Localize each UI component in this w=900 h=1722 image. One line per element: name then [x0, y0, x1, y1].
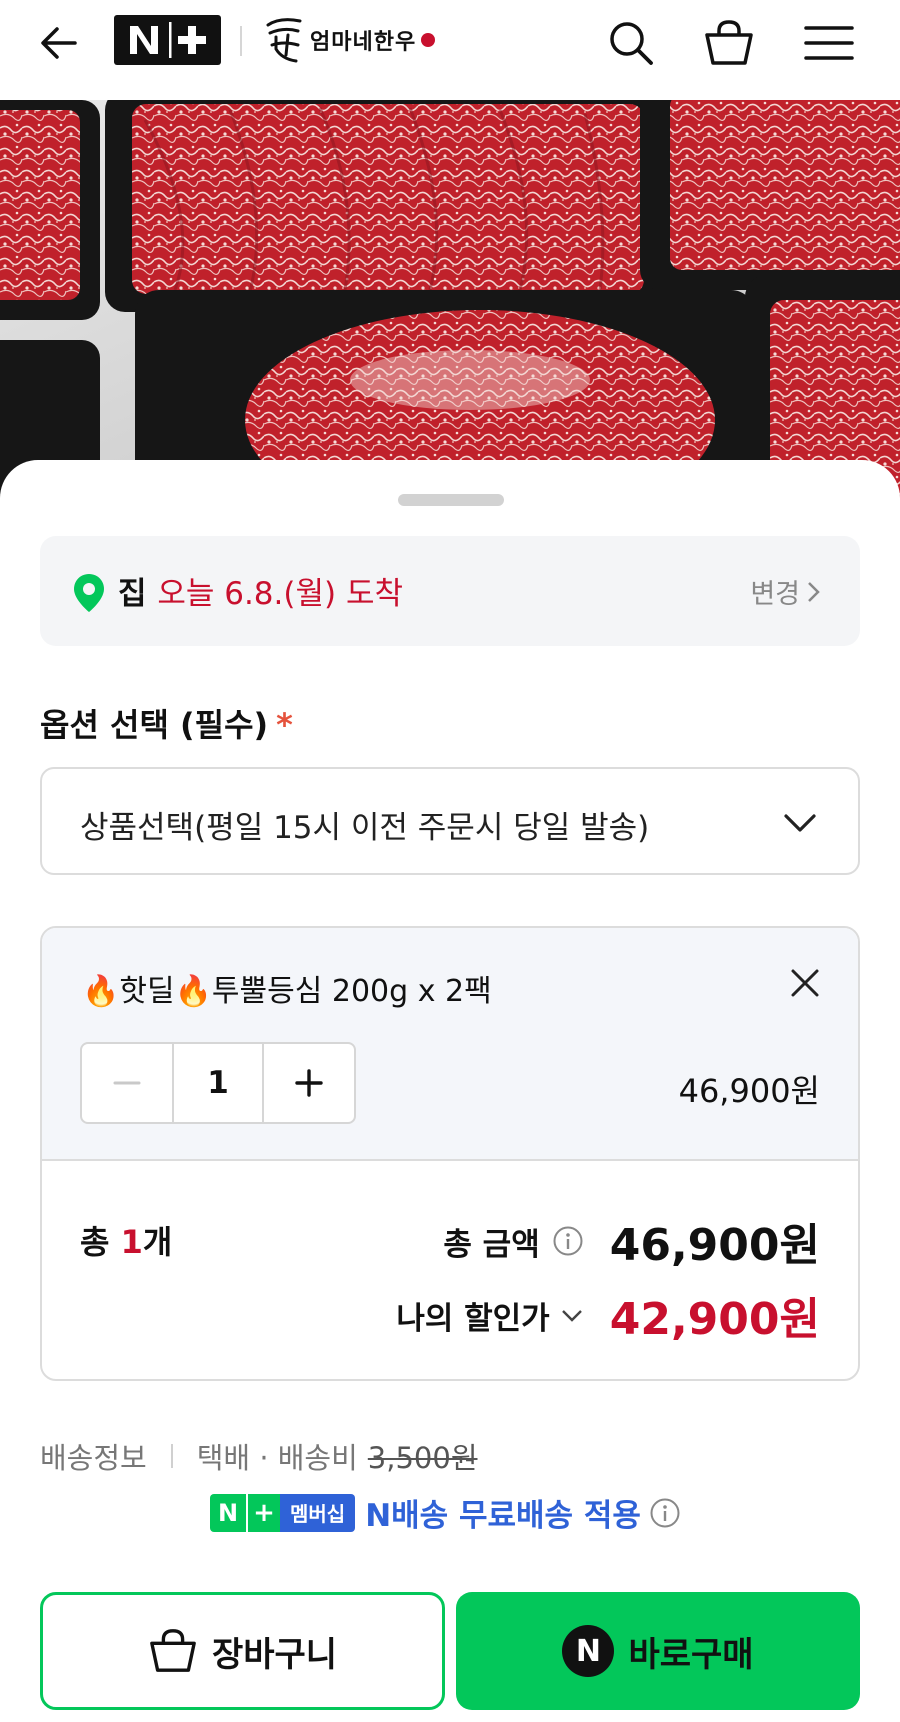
delivery-arrival: 오늘 6.8.(월) 도착 — [157, 576, 403, 612]
badge-n: N — [210, 1493, 246, 1532]
item-price: 46,900원 — [678, 1072, 820, 1110]
beef-trays-image — [0, 100, 900, 500]
option-select[interactable]: 상품선택(평일 15시 이전 주문시 당일 발송) — [40, 767, 860, 875]
free-shipping-text: N배송 무료배송 적용 — [365, 1498, 641, 1534]
product-hero-image — [0, 100, 900, 500]
free-shipping-row: N + 멤버십 N배송 무료배송 적용 — [210, 1490, 681, 1535]
delivery-place: 집 — [118, 576, 147, 612]
search-button[interactable] — [604, 16, 658, 70]
badge-plus: + — [246, 1493, 280, 1532]
item-name-part-2: 투뿔등심 200g x 2팩 — [211, 974, 492, 1009]
search-icon — [610, 22, 653, 65]
chevron-down-icon — [784, 814, 816, 832]
info-icon[interactable] — [649, 1497, 681, 1529]
buy-now-button[interactable]: N 바로구매 — [456, 1592, 860, 1710]
totals-section: 총 1개 총 금액 46,900원 나의 할인가 42,900원 — [42, 1161, 858, 1379]
bag-button[interactable] — [702, 16, 756, 70]
option-section-label: 옵션 선택 (필수) * — [40, 700, 293, 746]
header-divider — [240, 26, 242, 56]
fire-icon: 🔥 — [174, 974, 212, 1009]
naver-pay-icon: N — [562, 1625, 615, 1677]
nplus-logo[interactable] — [114, 15, 221, 65]
shipping-info: 배송정보 택배 · 배송비 3,500원 — [40, 1435, 478, 1477]
quantity-value[interactable]: 1 — [172, 1044, 264, 1122]
total-amount: 46,900원 — [609, 1220, 820, 1271]
total-amount-row: 총 금액 46,900원 — [443, 1209, 820, 1273]
increase-button[interactable] — [264, 1044, 354, 1122]
brand-name: 엄마네한우 — [310, 29, 417, 55]
fire-icon: 🔥 — [82, 974, 120, 1009]
purchase-sheet: 집 오늘 6.8.(월) 도착 변경 옵션 선택 (필수) * 상품선택(평일 1… — [0, 460, 900, 1722]
total-count-unit: 개 — [142, 1223, 173, 1261]
required-mark: * — [276, 706, 293, 744]
shipping-fee: 3,500원 — [367, 1441, 478, 1475]
item-name-part-1: 핫딜 — [119, 974, 175, 1009]
membership-badge: N + 멤버십 — [210, 1493, 356, 1532]
brand-logo[interactable]: 엄마네한우 — [262, 14, 436, 66]
brand-mark-icon — [266, 18, 302, 63]
option-select-value: 상품선택(평일 15시 이전 주문시 당일 발송) — [80, 810, 650, 846]
location-pin-icon — [74, 574, 104, 612]
minus-icon — [113, 1081, 141, 1085]
total-count: 총 1개 — [80, 1217, 172, 1263]
shipping-divider — [170, 1444, 173, 1468]
delivery-info: 집 오늘 6.8.(월) 도착 변경 — [40, 536, 860, 646]
item-name: 🔥핫딜🔥투뿔등심 200g x 2팩 — [82, 966, 492, 1010]
chevron-down-icon — [561, 1310, 582, 1322]
option-label-text: 옵션 선택 (필수) — [40, 706, 269, 744]
shipping-method: 택배 · 배송비 — [196, 1441, 358, 1475]
plus-icon — [295, 1069, 323, 1097]
back-button[interactable] — [34, 18, 84, 68]
change-address-link[interactable]: 변경 — [750, 572, 822, 611]
shipping-info-label: 배송정보 — [40, 1441, 147, 1475]
selected-item: 🔥핫딜🔥투뿔등심 200g x 2팩 1 46,900원 — [42, 928, 858, 1161]
quantity-stepper: 1 — [80, 1042, 356, 1124]
add-to-cart-label: 장바구니 — [211, 1634, 338, 1675]
decrease-button[interactable] — [82, 1044, 172, 1122]
arrow-left-icon — [41, 27, 77, 59]
discount-amount: 42,900원 — [609, 1294, 820, 1345]
hamburger-menu-icon — [804, 26, 854, 60]
total-amount-label: 총 금액 — [443, 1226, 540, 1263]
discount-row[interactable]: 나의 할인가 42,900원 — [396, 1283, 820, 1347]
discount-label: 나의 할인가 — [396, 1300, 550, 1337]
delivery-text: 집 오늘 6.8.(월) 도착 — [118, 568, 403, 613]
nplus-logo-icon — [129, 22, 206, 58]
selected-items-box: 🔥핫딜🔥투뿔등심 200g x 2팩 1 46,900원 총 1개 총 금액 4… — [40, 926, 860, 1381]
shopping-bag-icon — [150, 1629, 196, 1672]
brand-seal-icon — [421, 33, 436, 47]
info-icon[interactable] — [552, 1225, 584, 1257]
buy-now-label: 바로구매 — [628, 1634, 754, 1675]
chevron-right-icon — [808, 581, 820, 602]
badge-text: 멤버십 — [280, 1493, 356, 1532]
sheet-grabber[interactable] — [398, 494, 504, 506]
total-count-label: 총 — [80, 1223, 110, 1261]
close-icon[interactable] — [788, 966, 822, 1000]
total-count-value: 1 — [120, 1223, 143, 1261]
app-header: 엄마네한우 — [0, 0, 900, 92]
add-to-cart-button[interactable]: 장바구니 — [40, 1592, 445, 1710]
menu-button[interactable] — [802, 16, 856, 70]
change-label: 변경 — [750, 579, 800, 610]
shopping-bag-icon — [705, 20, 753, 65]
